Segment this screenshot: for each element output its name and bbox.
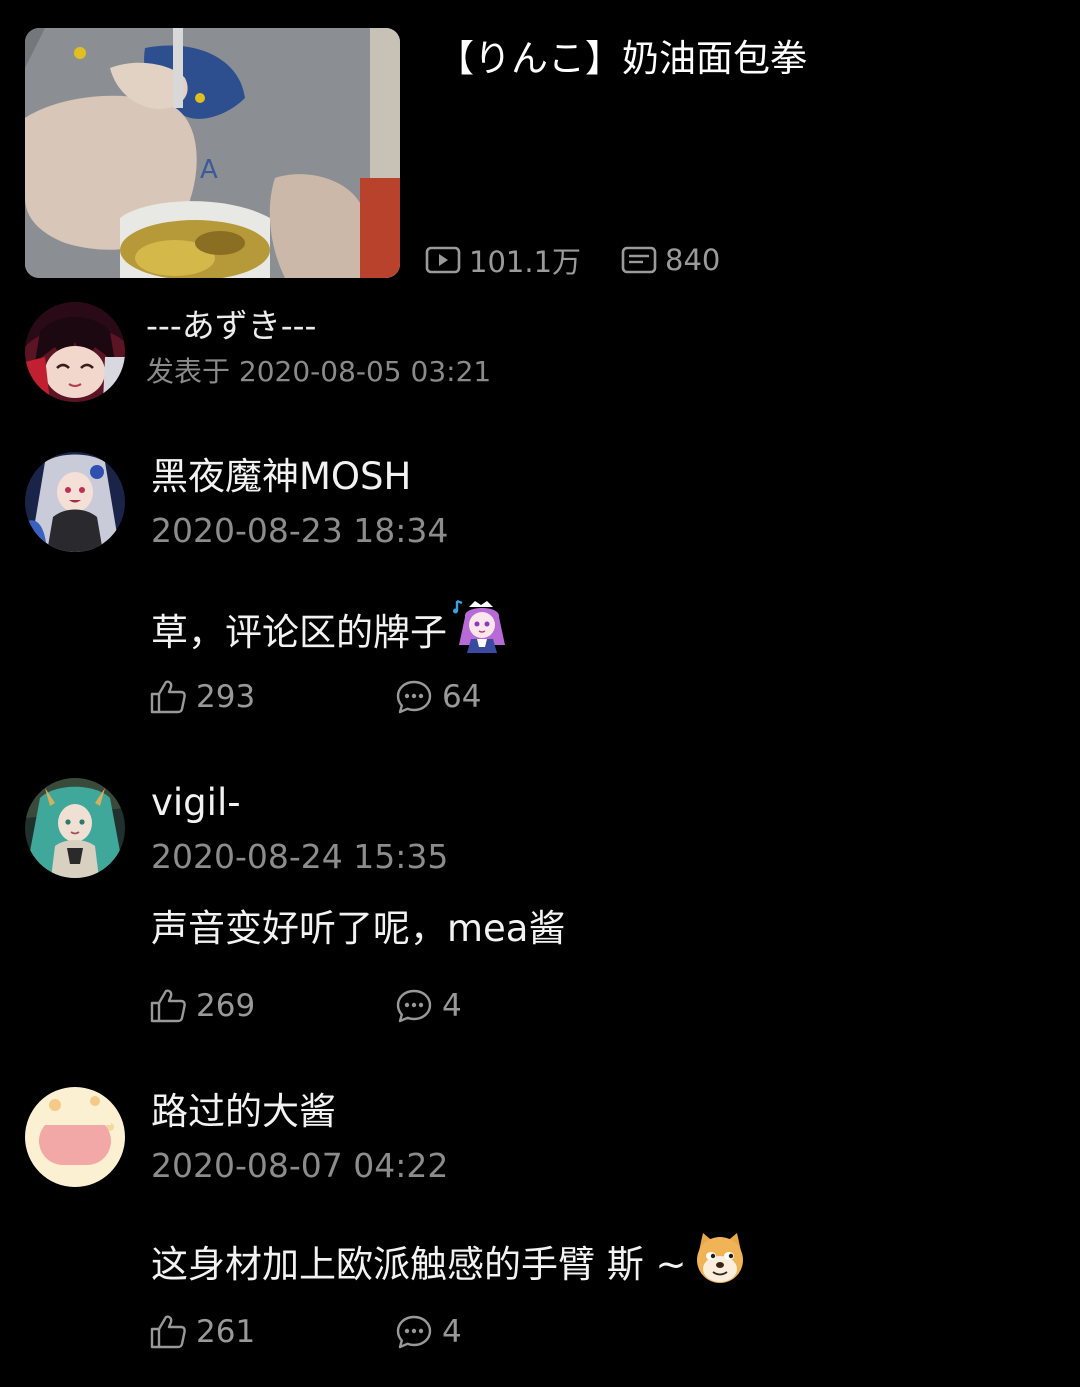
like-button[interactable]: 269 bbox=[149, 988, 395, 1024]
reply-button[interactable]: 4 bbox=[395, 1314, 462, 1350]
thumbs-up-icon bbox=[150, 1315, 186, 1349]
video-thumbnail[interactable]: A bbox=[25, 28, 400, 278]
comment-text: 草，评论区的牌子 bbox=[151, 597, 511, 668]
comment-actions: 293 64 bbox=[149, 675, 481, 719]
danmaku-icon bbox=[621, 246, 657, 274]
commenter-avatar[interactable] bbox=[25, 778, 125, 878]
like-button[interactable]: 261 bbox=[149, 1314, 395, 1350]
comment-actions: 269 4 bbox=[149, 984, 462, 1028]
commenter-name[interactable]: vigil- bbox=[151, 780, 241, 826]
like-button[interactable]: 293 bbox=[149, 679, 395, 715]
thumbs-up-icon bbox=[150, 680, 186, 714]
comment-time: 2020-08-24 15:35 bbox=[151, 837, 449, 876]
comment-time: 2020-08-07 04:22 bbox=[151, 1146, 449, 1185]
comment-item: 路过的大酱 2020-08-07 04:22 这身材加上欧派触感的手臂 斯 ~ bbox=[25, 1087, 1055, 1377]
comment-time: 2020-08-23 18:34 bbox=[151, 511, 449, 550]
svg-text:A: A bbox=[200, 155, 218, 185]
reply-count: 64 bbox=[442, 679, 482, 715]
danmaku-count-value: 840 bbox=[665, 243, 721, 277]
uploader-avatar[interactable] bbox=[25, 302, 125, 402]
comment-item: 黑夜魔神MOSH 2020-08-23 18:34 草，评论区的牌子 293 6… bbox=[25, 452, 1055, 742]
play-count-value: 101.1万 bbox=[469, 245, 582, 279]
video-stats: 101.1万 840 bbox=[425, 240, 760, 280]
like-count: 293 bbox=[196, 679, 256, 715]
comment-item: vigil- 2020-08-24 15:35 声音变好听了呢，mea酱 269… bbox=[25, 778, 1055, 1068]
comment-text: 这身材加上欧派触感的手臂 斯 ~ bbox=[151, 1231, 747, 1298]
video-card[interactable]: A 【りんこ】奶油面包拳 101.1万 840 bbox=[25, 28, 1055, 280]
reply-button[interactable]: 4 bbox=[395, 988, 462, 1024]
reply-count: 4 bbox=[442, 1314, 462, 1350]
doge-emoji bbox=[693, 1231, 747, 1298]
video-title[interactable]: 【りんこ】奶油面包拳 bbox=[437, 36, 807, 82]
danmaku-count: 840 bbox=[621, 243, 720, 277]
play-icon bbox=[425, 246, 461, 274]
commenter-avatar[interactable] bbox=[25, 1087, 125, 1187]
comment-bubble-icon bbox=[396, 1315, 432, 1349]
like-count: 261 bbox=[196, 1314, 256, 1350]
like-count: 269 bbox=[196, 988, 256, 1024]
comment-bubble-icon bbox=[396, 680, 432, 714]
commenter-avatar[interactable] bbox=[25, 452, 125, 552]
comment-actions: 261 4 bbox=[149, 1310, 462, 1354]
thumbs-up-icon bbox=[150, 989, 186, 1023]
uploader-name[interactable]: ---あずき--- bbox=[146, 304, 316, 348]
comment-text-content: 草，评论区的牌子 bbox=[151, 610, 447, 654]
commenter-name[interactable]: 路过的大酱 bbox=[151, 1089, 336, 1135]
reply-count: 4 bbox=[442, 988, 462, 1024]
comment-text-content: 声音变好听了呢，mea酱 bbox=[151, 907, 566, 950]
uploader-post-time: 发表于 2020-08-05 03:21 bbox=[146, 355, 492, 388]
comment-bubble-icon bbox=[396, 989, 432, 1023]
comment-text: 声音变好听了呢，mea酱 bbox=[151, 904, 565, 954]
uploader-info: ---あずき--- 发表于 2020-08-05 03:21 bbox=[25, 302, 1055, 402]
anime-girl-sticker bbox=[453, 597, 511, 668]
play-count: 101.1万 bbox=[425, 239, 581, 281]
reply-button[interactable]: 64 bbox=[395, 679, 481, 715]
commenter-name[interactable]: 黑夜魔神MOSH bbox=[151, 454, 411, 500]
comment-text-content: 这身材加上欧派触感的手臂 斯 ~ bbox=[151, 1242, 687, 1286]
